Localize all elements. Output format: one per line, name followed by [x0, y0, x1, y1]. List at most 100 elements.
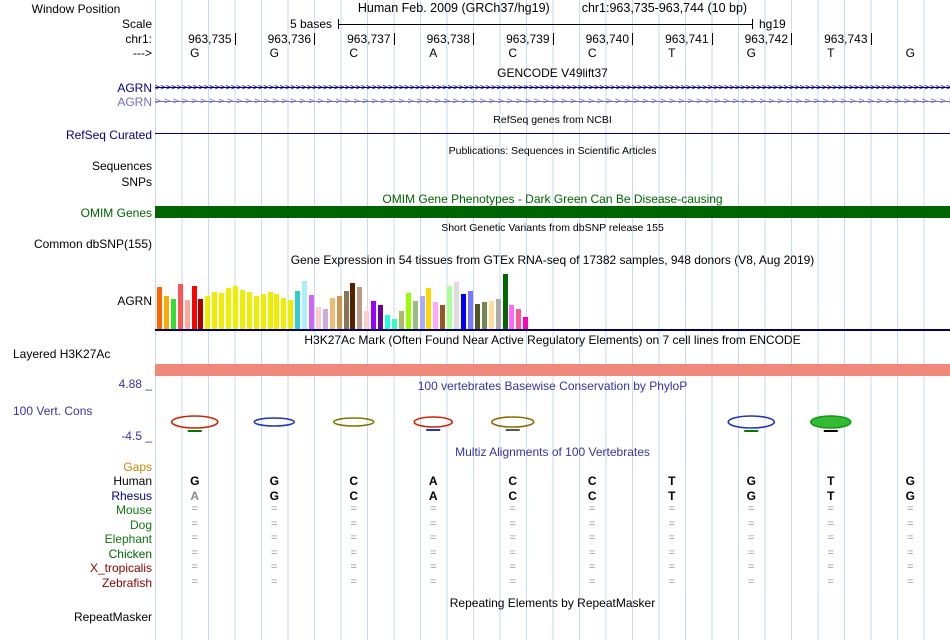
gtex-tissue-bar[interactable]: [440, 305, 446, 329]
gtex-tissue-bar[interactable]: [364, 311, 370, 329]
title-dbsnp[interactable]: Short Genetic Variants from dbSNP releas…: [155, 222, 950, 234]
ruler-tick: [870, 33, 872, 45]
h3k27ac-signal-bar[interactable]: [155, 364, 950, 376]
gtex-tissue-bar[interactable]: [281, 298, 287, 329]
omim-gene-bar[interactable]: [155, 206, 950, 218]
title-phylop[interactable]: 100 vertebrates Basewise Conservation by…: [155, 379, 950, 393]
gtex-tissue-bar[interactable]: [350, 283, 356, 329]
gtex-tissue-bar[interactable]: [246, 292, 252, 329]
gtex-tissue-bar[interactable]: [488, 301, 494, 329]
label-repeatmasker[interactable]: RepeatMasker: [0, 610, 152, 624]
gtex-tissue-bar[interactable]: [315, 307, 321, 329]
gtex-tissue-bar[interactable]: [191, 286, 197, 329]
label-100-vert-cons[interactable]: 100 Vert. Cons: [0, 404, 152, 418]
gtex-tissue-bar[interactable]: [502, 274, 508, 329]
assembly-label: Human Feb. 2009 (GRCh37/hg19): [357, 1, 550, 15]
label-agrn-transcript-2[interactable]: AGRN: [0, 95, 152, 109]
gtex-tissue-bar[interactable]: [398, 311, 404, 329]
gtex-tissue-bar[interactable]: [226, 288, 232, 329]
gtex-tissue-bar[interactable]: [523, 317, 529, 329]
title-publications[interactable]: Publications: Sequences in Scientific Ar…: [155, 145, 950, 157]
gtex-tissue-bar[interactable]: [309, 295, 315, 329]
gtex-tissue-bar[interactable]: [385, 315, 391, 329]
gtex-tissue-bar[interactable]: [391, 319, 397, 329]
gtex-tissue-bar[interactable]: [288, 300, 294, 329]
gtex-tissue-bar[interactable]: [454, 282, 460, 329]
gtex-tissue-bar[interactable]: [343, 291, 349, 329]
gtex-tissue-bar[interactable]: [233, 286, 238, 329]
gtex-tissue-bar[interactable]: [516, 309, 522, 329]
title-gencode[interactable]: GENCODE V49lift37: [155, 66, 950, 80]
gtex-tissue-bar[interactable]: [212, 292, 218, 329]
gtex-tissue-bar[interactable]: [461, 294, 467, 329]
transcript-arrows[interactable]: >>>>>>>>>>>>>>>>>>>>>>>>>>>>>>>>>>>>>>>>…: [155, 83, 950, 93]
label-sequences[interactable]: Sequences: [0, 159, 152, 173]
label-chicken: Chicken: [108, 547, 152, 561]
label-common-dbsnp[interactable]: Common dbSNP(155): [0, 237, 152, 251]
gtex-tissue-bar[interactable]: [274, 294, 280, 329]
base-letter: C: [508, 46, 518, 60]
scale-value: 5 bases: [289, 17, 332, 31]
gtex-tissue-bar[interactable]: [219, 293, 225, 329]
align-base-human: C: [587, 474, 597, 488]
base-letter: T: [668, 46, 676, 60]
label-refseq-curated[interactable]: RefSeq Curated: [0, 128, 152, 142]
gtex-tissue-bar[interactable]: [433, 302, 439, 329]
title-multiz[interactable]: Multiz Alignments of 100 Vertebrates: [155, 445, 950, 459]
align-gap-mark-zebrafish: =: [430, 576, 437, 588]
gtex-tissue-bar[interactable]: [295, 291, 301, 329]
gtex-tissue-bar[interactable]: [205, 296, 211, 329]
gtex-tissue-bar[interactable]: [239, 290, 245, 329]
align-gap-mark-chicken: =: [907, 547, 914, 559]
align-gap-mark-dog: =: [191, 518, 198, 530]
title-refseq[interactable]: RefSeq genes from NCBI: [155, 114, 950, 126]
gtex-tissue-bar[interactable]: [163, 296, 169, 329]
gtex-tissue-bar[interactable]: [253, 296, 259, 329]
scale-tick-left: [338, 19, 339, 29]
label-snps[interactable]: SNPs: [0, 175, 152, 189]
gtex-tissue-bar[interactable]: [467, 291, 473, 329]
title-repeatmasker[interactable]: Repeating Elements by RepeatMasker: [155, 596, 950, 610]
gtex-tissue-bar[interactable]: [509, 305, 515, 329]
gtex-tissue-bar[interactable]: [198, 299, 204, 329]
gtex-tissue-bar[interactable]: [177, 284, 183, 329]
gtex-tissue-bar[interactable]: [419, 296, 425, 329]
align-base-human: G: [190, 474, 200, 488]
title-h3k27ac[interactable]: H3K27Ac Mark (Often Found Near Active Re…: [155, 333, 950, 347]
gtex-tissue-bar[interactable]: [157, 287, 162, 329]
gtex-tissue-bar[interactable]: [495, 299, 501, 329]
refseq-track-line[interactable]: [155, 133, 950, 134]
gtex-tissue-bar[interactable]: [412, 301, 418, 329]
gtex-tissue-bar[interactable]: [378, 305, 384, 329]
label-omim-genes[interactable]: OMIM Genes: [0, 206, 152, 220]
gtex-tissue-bar[interactable]: [405, 293, 411, 329]
label-rhesus: Rhesus: [111, 489, 152, 503]
title-gtex[interactable]: Gene Expression in 54 tissues from GTEx …: [155, 253, 950, 267]
align-gap-mark-mouse: =: [350, 503, 357, 515]
gtex-tissue-bar[interactable]: [481, 302, 487, 329]
align-base-rhesus: T: [827, 489, 835, 503]
gtex-tissue-bar[interactable]: [336, 296, 342, 329]
gtex-tissue-bar[interactable]: [426, 288, 432, 329]
gtex-tissue-bar[interactable]: [260, 294, 266, 329]
gtex-tissue-bar[interactable]: [371, 301, 377, 329]
gtex-tissue-bar[interactable]: [170, 299, 176, 329]
base-letter: G: [746, 46, 756, 60]
align-gap-mark-dog: =: [668, 518, 675, 530]
label-agrn-gtex[interactable]: AGRN: [0, 294, 152, 308]
title-omim[interactable]: OMIM Gene Phenotypes - Dark Green Can Be…: [155, 192, 950, 206]
gtex-tissue-bar[interactable]: [184, 300, 190, 329]
gtex-tissue-bar[interactable]: [329, 298, 335, 329]
gtex-tissue-bar[interactable]: [447, 286, 453, 329]
base-letter: A: [429, 46, 438, 60]
gtex-tissue-bar[interactable]: [267, 292, 273, 329]
gtex-tissue-bar[interactable]: [302, 281, 308, 329]
label-agrn-transcript-1[interactable]: AGRN: [0, 81, 152, 95]
gtex-tissue-bar[interactable]: [357, 287, 363, 329]
transcript-arrows[interactable]: >>>>>>>>>>>>>>>>>>>>>>>>>>>>>>>>>>>>>>>>…: [155, 97, 950, 107]
gtex-tissue-bar[interactable]: [322, 309, 328, 329]
gtex-tissue-bar[interactable]: [474, 304, 480, 329]
label-layered-h3k27ac[interactable]: Layered H3K27Ac: [0, 347, 152, 361]
align-gap-mark-elephant: =: [748, 532, 755, 544]
align-base-rhesus: C: [349, 489, 359, 503]
